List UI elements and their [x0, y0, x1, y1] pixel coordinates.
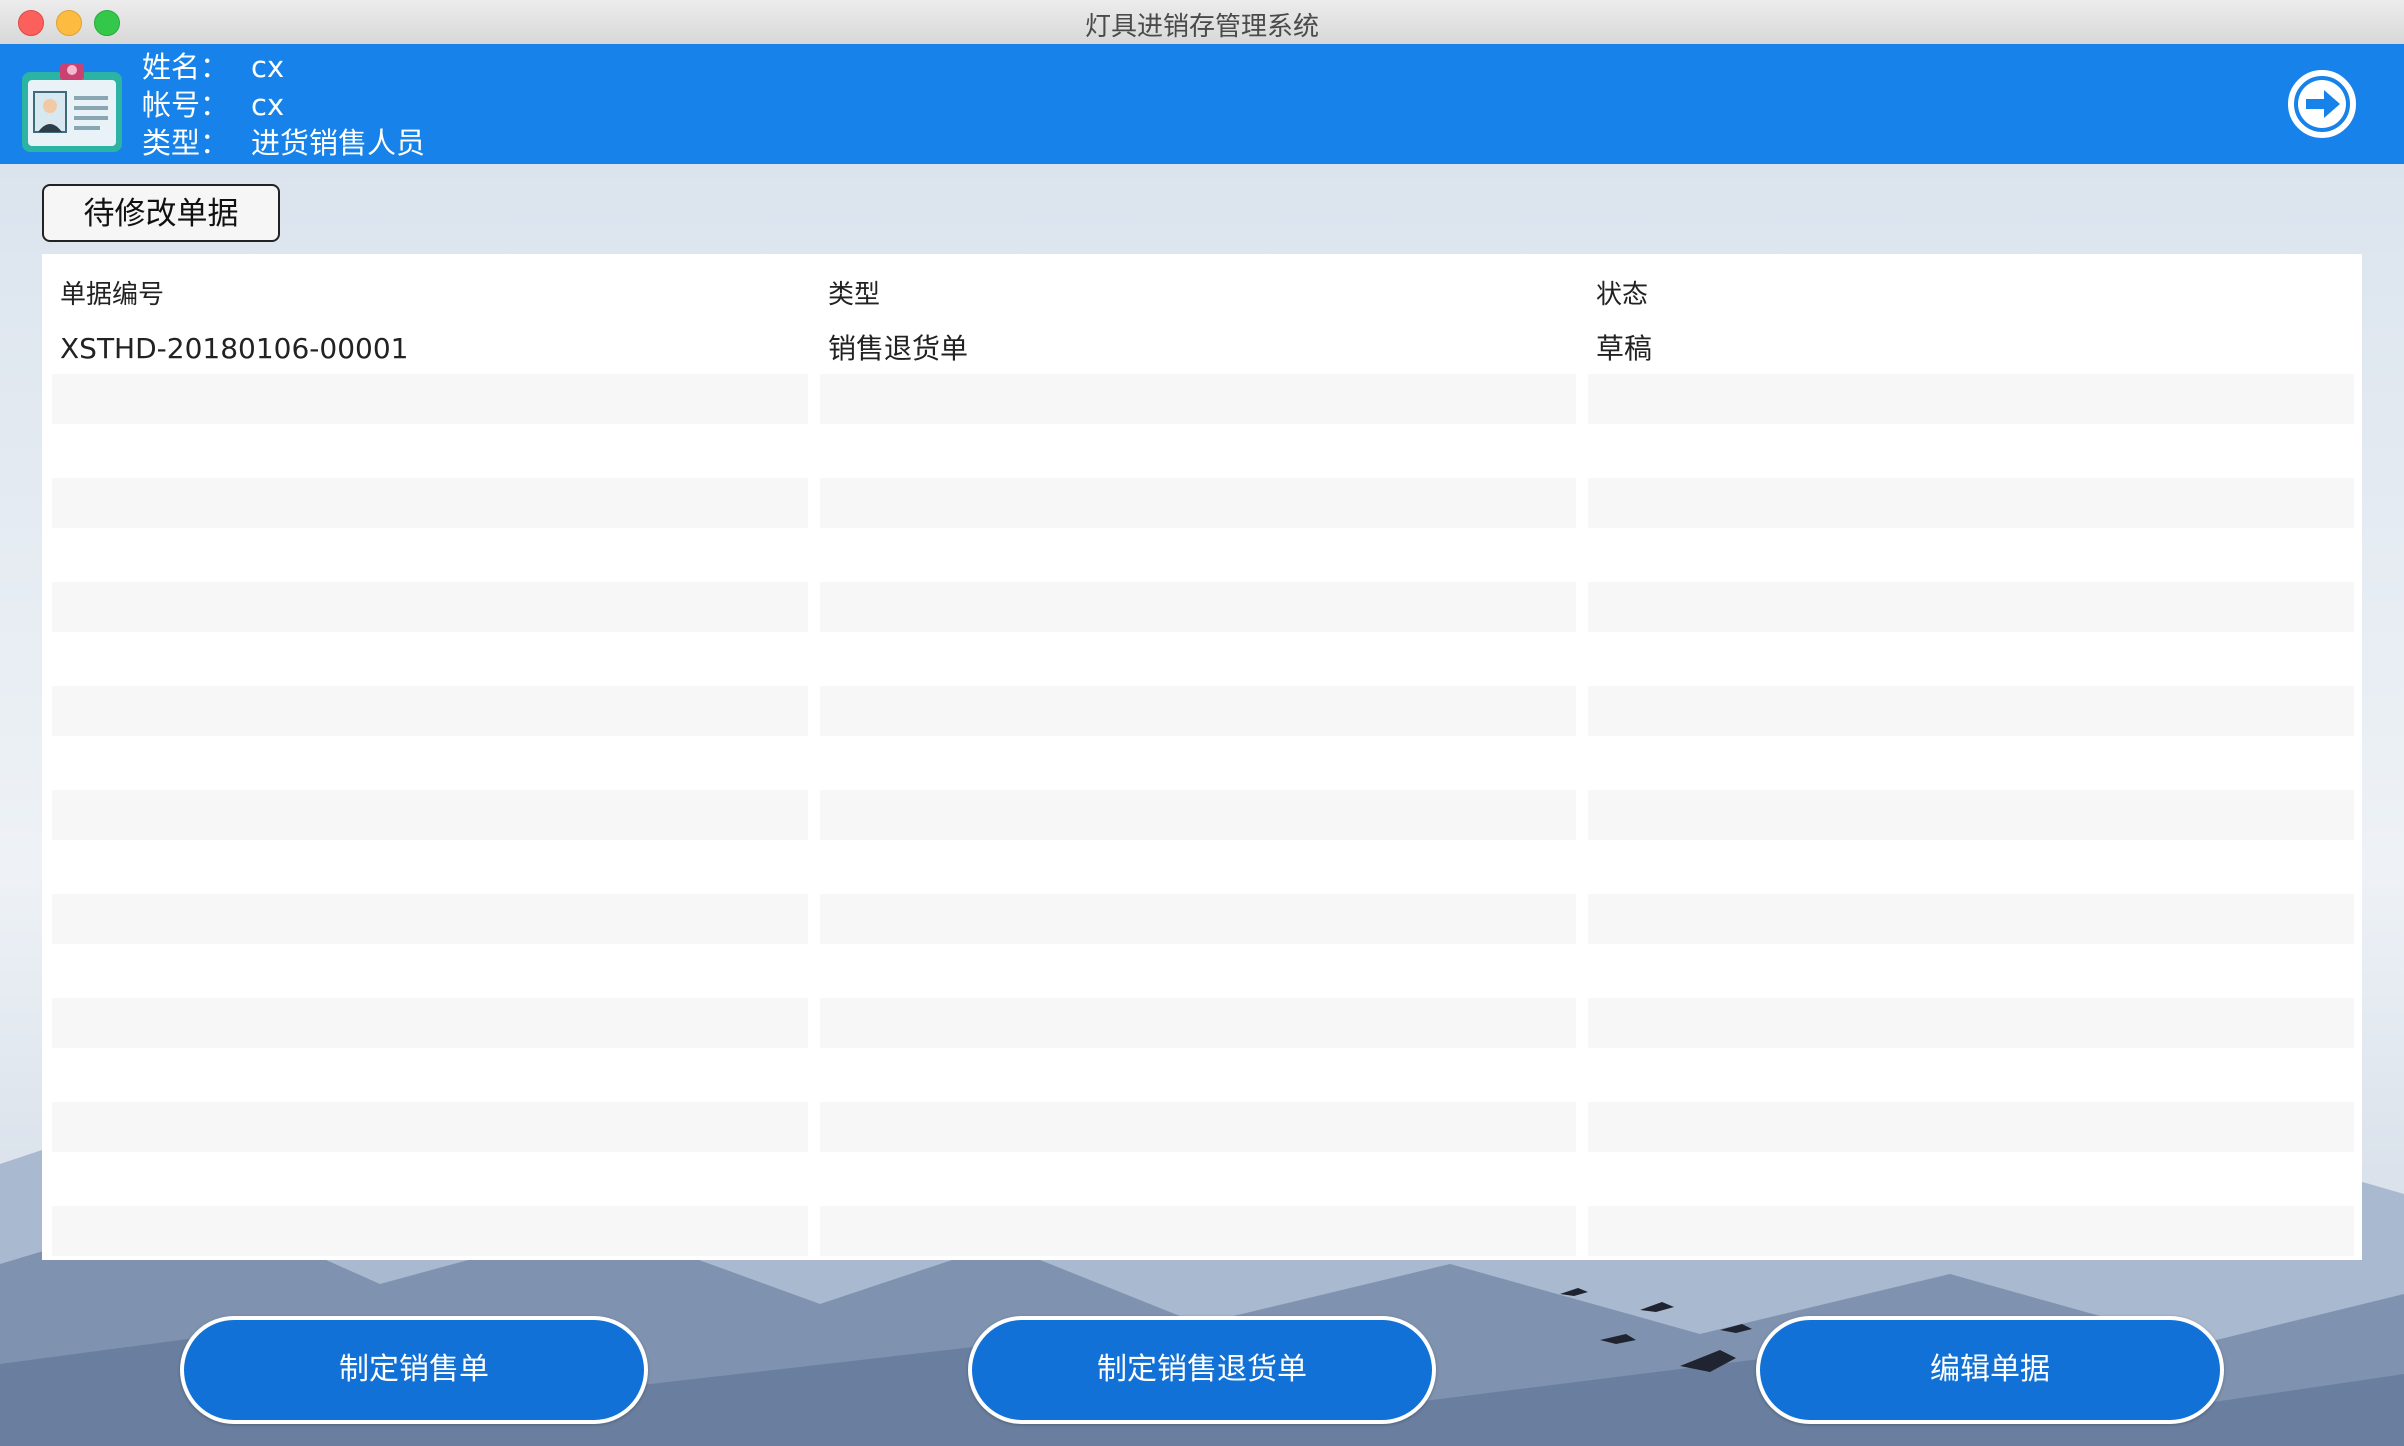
pending-documents-button[interactable]: 待修改单据 [42, 184, 280, 242]
table-row[interactable] [52, 1206, 2354, 1256]
table-row[interactable] [52, 426, 2354, 476]
create-sale-order-button[interactable]: 制定销售单 [180, 1316, 648, 1424]
type-value: 进货销售人员 [251, 126, 426, 160]
doc-type-cell: 销售退货单 [828, 332, 969, 365]
table-row[interactable] [52, 998, 2354, 1048]
table-row[interactable] [52, 1154, 2354, 1204]
column-header-doc-number[interactable]: 单据编号 [60, 274, 164, 311]
column-header-type[interactable]: 类型 [828, 274, 880, 311]
table-row[interactable] [52, 738, 2354, 788]
user-account-line: 帐号： cx [142, 82, 284, 124]
table-row[interactable] [52, 842, 2354, 892]
create-sale-return-button[interactable]: 制定销售退货单 [968, 1316, 1436, 1424]
table-row[interactable] [52, 530, 2354, 580]
edit-document-button[interactable]: 编辑单据 [1756, 1316, 2224, 1424]
app-window: 灯具进销存管理系统 姓名： cx 帐号： cx 类型： 进货销售人员 待修改单据 单据… [0, 0, 2404, 1446]
table-row[interactable] [52, 686, 2354, 736]
table-row[interactable] [52, 790, 2354, 840]
table-row[interactable] [52, 634, 2354, 684]
name-label: 姓名： [142, 50, 230, 84]
window-title: 灯具进销存管理系统 [1084, 12, 1319, 42]
user-name-line: 姓名： cx [142, 44, 284, 86]
table-row[interactable] [52, 946, 2354, 996]
table-row[interactable] [52, 894, 2354, 944]
doc-number-cell: XSTHD-20180106-00001 [60, 332, 409, 365]
table-row[interactable] [52, 374, 2354, 424]
account-value: cx [251, 88, 285, 122]
table-row[interactable]: XSTHD-20180106-00001 销售退货单 草稿 [52, 324, 2354, 374]
account-label: 帐号： [142, 88, 230, 122]
type-label: 类型： [142, 126, 230, 160]
name-value: cx [251, 50, 285, 84]
table-row[interactable] [52, 478, 2354, 528]
table-row[interactable] [52, 1102, 2354, 1152]
title-bar: 灯具进销存管理系统 [0, 0, 2404, 45]
table-row[interactable] [52, 1050, 2354, 1100]
column-header-status[interactable]: 状态 [1596, 274, 1648, 311]
user-type-line: 类型： 进货销售人员 [142, 120, 425, 162]
documents-table: 单据编号 类型 状态 XSTHD-20180106-00001 销售退货单 草稿 [42, 254, 2362, 1260]
table-row[interactable] [52, 582, 2354, 632]
doc-status-cell: 草稿 [1596, 332, 1653, 365]
logout-arrow-icon[interactable] [2286, 68, 2358, 140]
id-badge-icon [22, 64, 122, 152]
